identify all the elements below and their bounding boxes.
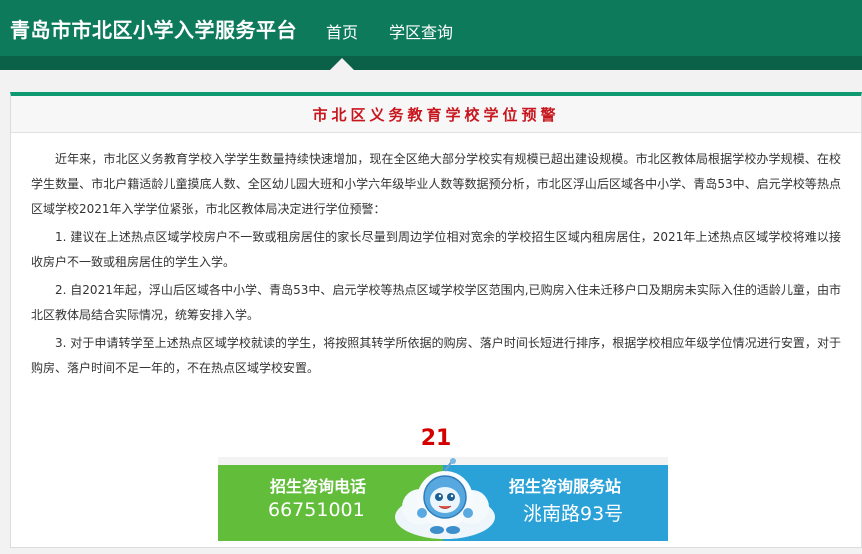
- notice-paragraph: 近年来，市北区义务教育学校入学学生数量持续快速增加，现在全区绝大部分学校实有规模…: [31, 152, 841, 216]
- notice-paragraph: 2. 自2021年起，浮山后区域各中小学、青岛53中、启元学校等热点区域学校学区…: [31, 283, 841, 322]
- notice-header: 市北区义务教育学校学位预警: [11, 96, 861, 133]
- service-station-address: 洮南路93号: [523, 503, 624, 525]
- notice-panel: 市北区义务教育学校学位预警 近年来，市北区义务教育学校入学学生数量持续快速增加，…: [10, 92, 862, 548]
- consultation-banner[interactable]: 招生咨询电话 66751001 招生咨询服务站 洮南路93号: [218, 457, 668, 541]
- nav-home-link[interactable]: 首页: [326, 19, 358, 43]
- nav-district-query-link[interactable]: 学区查询: [389, 19, 453, 43]
- top-navigation-bar: 青岛市市北区小学入学服务平台 首页 学区查询: [0, 0, 862, 56]
- phone-number: 66751001: [268, 499, 365, 521]
- site-brand-title[interactable]: 青岛市市北区小学入学服务平台: [10, 14, 297, 43]
- countdown-number: 21: [420, 426, 452, 451]
- service-station-label: 招生咨询服务站: [509, 477, 622, 496]
- active-nav-indicator-icon: [330, 58, 354, 70]
- notice-paragraph: 1. 建议在上述热点区域学校房户不一致或租房居住的家长尽量到周边学位相对宽余的学…: [31, 230, 841, 269]
- notice-paragraph: 3. 对于申请转学至上述热点区域学校就读的学生，将按照其转学所依据的购房、落户时…: [31, 336, 841, 375]
- cloud-mascot-icon: [395, 458, 495, 539]
- header-sub-bar: [0, 56, 862, 70]
- notice-content: 近年来，市北区义务教育学校入学学生数量持续快速增加，现在全区绝大部分学校实有规模…: [11, 133, 861, 381]
- phone-label: 招生咨询电话: [270, 477, 367, 496]
- notice-title: 市北区义务教育学校学位预警: [312, 106, 560, 124]
